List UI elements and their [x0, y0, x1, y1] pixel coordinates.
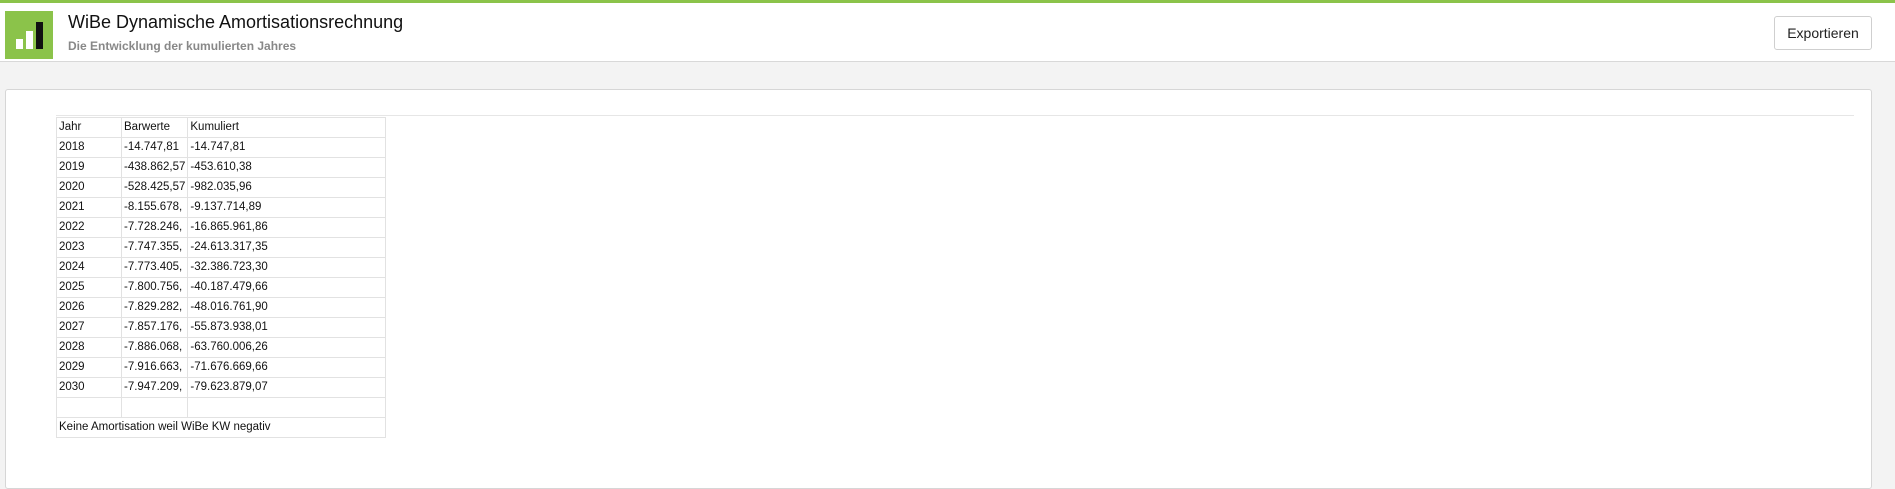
- column-header-kumuliert: Kumuliert: [187, 117, 387, 138]
- table-row: 2024 -7.773.405, -32.386.723,30: [56, 257, 387, 278]
- cell-kumuliert: -982.035,96: [187, 177, 387, 198]
- table-row: 2022 -7.728.246, -16.865.961,86: [56, 217, 387, 238]
- amortization-table: Jahr Barwerte Kumuliert 2018 -14.747,81 -1…: [55, 117, 387, 438]
- table-row: 2027 -7.857.176, -55.873.938,01: [56, 317, 387, 338]
- cell-barwerte: -7.800.756,: [120, 277, 189, 298]
- table-row: 2029 -7.916.663, -71.676.669,66: [56, 357, 387, 378]
- cell-barwerte: -438.862,57: [120, 157, 189, 178]
- cell-jahr: 2030: [56, 377, 122, 398]
- export-button[interactable]: Exportieren: [1774, 16, 1872, 50]
- table-row: 2023 -7.747.355, -24.613.317,35: [56, 237, 387, 258]
- logo-bar: [16, 39, 23, 49]
- amortization-note: Keine Amortisation weil WiBe KW negativ: [55, 417, 387, 438]
- cell-barwerte: -7.747.355,: [120, 237, 189, 258]
- cell-jahr: 2029: [56, 357, 122, 378]
- cell-jahr: 2023: [56, 237, 122, 258]
- cell-barwerte: -8.155.678,: [120, 197, 189, 218]
- cell-kumuliert: -453.610,38: [187, 157, 387, 178]
- cell-kumuliert: -9.137.714,89: [187, 197, 387, 218]
- cell-kumuliert: -24.613.317,35: [187, 237, 387, 258]
- empty-cell: [120, 397, 189, 418]
- cell-jahr: 2027: [56, 317, 122, 338]
- report-panel: Jahr Barwerte Kumuliert 2018 -14.747,81 -1…: [5, 89, 1872, 489]
- table-row: 2021 -8.155.678, -9.137.714,89: [56, 197, 387, 218]
- cell-jahr: 2028: [56, 337, 122, 358]
- divider: [56, 115, 1854, 116]
- cell-kumuliert: -14.747,81: [187, 137, 387, 158]
- cell-barwerte: -7.886.068,: [120, 337, 189, 358]
- cell-kumuliert: -16.865.961,86: [187, 217, 387, 238]
- table-row: 2020 -528.425,57 -982.035,96: [56, 177, 387, 198]
- column-header-jahr: Jahr: [56, 117, 122, 138]
- bar-chart-icon: [5, 11, 53, 59]
- empty-row: [56, 397, 387, 418]
- cell-jahr: 2018: [56, 137, 122, 158]
- table-row: 2026 -7.829.282, -48.016.761,90: [56, 297, 387, 318]
- empty-cell: [187, 397, 387, 418]
- cell-barwerte: -528.425,57: [120, 177, 189, 198]
- table-header-row: Jahr Barwerte Kumuliert: [56, 117, 387, 138]
- app-header: WiBe Dynamische Amortisationsrechnung Di…: [0, 0, 1895, 62]
- cell-jahr: 2021: [56, 197, 122, 218]
- table-row: 2018 -14.747,81 -14.747,81: [56, 137, 387, 158]
- cell-jahr: 2024: [56, 257, 122, 278]
- table-row: 2025 -7.800.756, -40.187.479,66: [56, 277, 387, 298]
- cell-barwerte: -7.947.209,: [120, 377, 189, 398]
- cell-jahr: 2026: [56, 297, 122, 318]
- cell-jahr: 2025: [56, 277, 122, 298]
- cell-kumuliert: -55.873.938,01: [187, 317, 387, 338]
- table-row: 2030 -7.947.209, -79.623.879,07: [56, 377, 387, 398]
- cell-kumuliert: -63.760.006,26: [187, 337, 387, 358]
- cell-kumuliert: -40.187.479,66: [187, 277, 387, 298]
- cell-kumuliert: -79.623.879,07: [187, 377, 387, 398]
- table-row: 2019 -438.862,57 -453.610,38: [56, 157, 387, 178]
- cell-jahr: 2019: [56, 157, 122, 178]
- table-row: 2028 -7.886.068, -63.760.006,26: [56, 337, 387, 358]
- cell-barwerte: -7.916.663,: [120, 357, 189, 378]
- cell-jahr: 2020: [56, 177, 122, 198]
- cell-barwerte: -7.829.282,: [120, 297, 189, 318]
- cell-barwerte: -14.747,81: [120, 137, 189, 158]
- page-subtitle: Die Entwicklung der kumulierten Jahres: [68, 39, 297, 53]
- cell-barwerte: -7.857.176,: [120, 317, 189, 338]
- cell-kumuliert: -32.386.723,30: [187, 257, 387, 278]
- note-row: Keine Amortisation weil WiBe KW negativ: [55, 417, 387, 438]
- empty-cell: [56, 397, 122, 418]
- page-title: WiBe Dynamische Amortisationsrechnung: [68, 12, 404, 32]
- cell-kumuliert: -71.676.669,66: [187, 357, 387, 378]
- cell-barwerte: -7.773.405,: [120, 257, 189, 278]
- logo-bar: [26, 31, 33, 49]
- cell-jahr: 2022: [56, 217, 122, 238]
- cell-barwerte: -7.728.246,: [120, 217, 189, 238]
- logo-bar: [36, 22, 43, 49]
- column-header-barwerte: Barwerte: [120, 117, 189, 138]
- cell-kumuliert: -48.016.761,90: [187, 297, 387, 318]
